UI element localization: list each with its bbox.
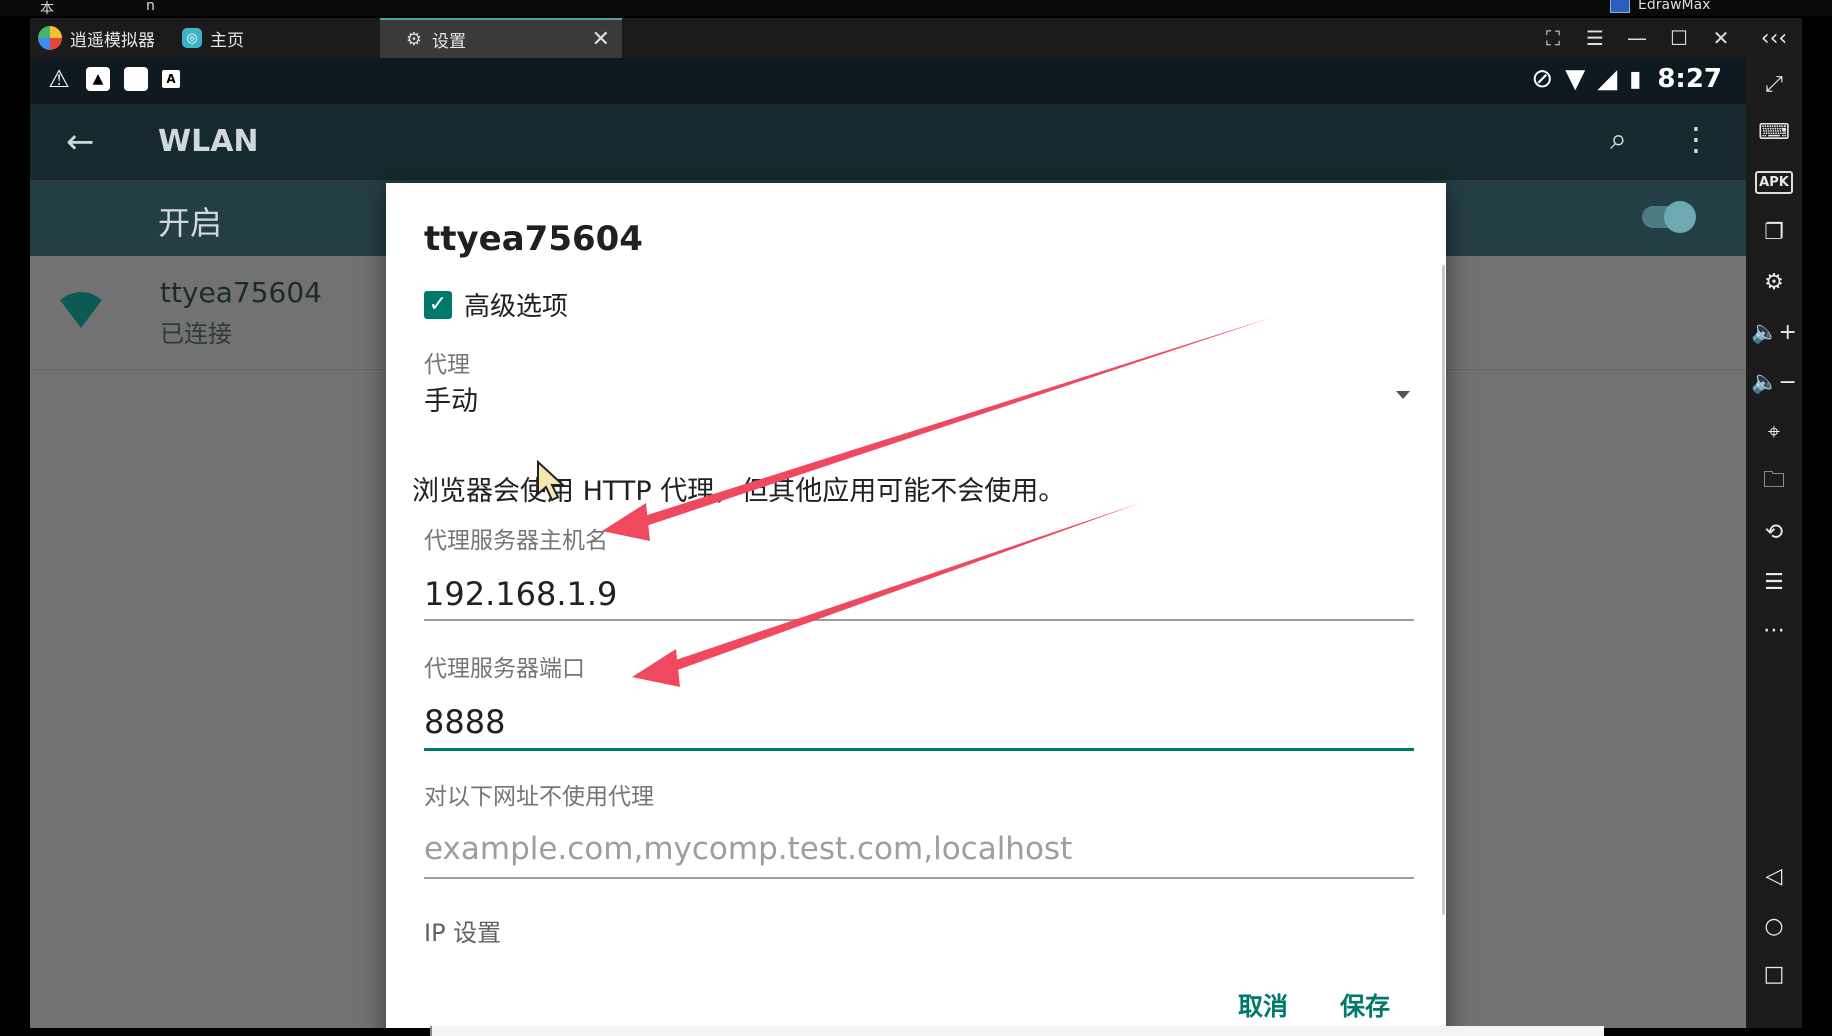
wifi-signal-icon bbox=[60, 292, 102, 328]
android-status-bar: ⚠ ▲ A ⊘ ▼ ◢ ▮ 8:27 bbox=[30, 58, 1746, 104]
tab-emulator[interactable]: 逍遥模拟器 bbox=[38, 18, 155, 58]
dropdown-arrow-icon[interactable] bbox=[1396, 391, 1410, 399]
dnd-icon: ⊘ bbox=[1531, 64, 1554, 94]
multi-window-icon[interactable]: ❐ bbox=[1746, 212, 1802, 252]
apk-label: APK bbox=[1755, 170, 1793, 194]
port-input[interactable]: 8888 bbox=[424, 703, 505, 741]
maximize-icon[interactable]: ☐ bbox=[1668, 26, 1690, 50]
emulator-sidebar: ‹‹‹ ⤢ ⌨ APK ❐ ⚙ 🔈+ 🔈− ⌖ 🗀 ⟲ ☰ ⋯ ◁ ○ □ bbox=[1746, 18, 1802, 1028]
home-app-icon: ◎ bbox=[182, 28, 202, 48]
settings-gear-icon: ⚙ bbox=[405, 28, 423, 50]
status-left-icons: ⚠ ▲ A bbox=[46, 65, 180, 93]
wifi-icon: ▼ bbox=[1565, 64, 1586, 94]
a-icon: A bbox=[162, 70, 180, 88]
advanced-options-label: 高级选项 bbox=[464, 292, 569, 322]
expand-icon[interactable]: ⤢ bbox=[1746, 64, 1802, 104]
more-icon[interactable]: ⋯ bbox=[1746, 610, 1802, 650]
edrawmax-label: EdrawMax bbox=[1638, 0, 1711, 13]
keyboard-icon[interactable]: ⌨ bbox=[1746, 112, 1802, 152]
network-status: 已连接 bbox=[160, 320, 232, 348]
back-nav-icon[interactable]: ◁ bbox=[1746, 856, 1802, 896]
search-icon[interactable]: ⌕ bbox=[1610, 122, 1627, 157]
mouse-cursor-icon bbox=[537, 460, 566, 502]
ip-settings-label: IP 设置 bbox=[424, 919, 502, 947]
hostname-field: 代理服务器主机名 192.168.1.9 bbox=[424, 521, 1414, 621]
port-field: 代理服务器端口 8888 bbox=[424, 649, 1414, 753]
hostname-underline bbox=[424, 619, 1414, 621]
photo-icon: ▲ bbox=[86, 67, 110, 91]
host-text: n bbox=[146, 0, 155, 14]
gear-icon[interactable]: ⚙ bbox=[1746, 262, 1802, 302]
host-window-strip bbox=[430, 1026, 1604, 1036]
host-text: 本 bbox=[40, 1, 54, 17]
page-title: WLAN bbox=[158, 124, 259, 159]
tab-label: 主页 bbox=[210, 30, 244, 51]
list-icon[interactable]: ☰ bbox=[1746, 562, 1802, 602]
home-nav-icon[interactable]: ○ bbox=[1746, 906, 1802, 946]
volume-up-icon[interactable]: 🔈+ bbox=[1746, 312, 1802, 352]
save-button[interactable]: 保存 bbox=[1340, 987, 1390, 1023]
close-icon[interactable]: ✕ bbox=[1710, 26, 1732, 50]
tab-close-icon[interactable]: ✕ bbox=[592, 27, 610, 52]
volume-down-icon[interactable]: 🔈− bbox=[1746, 362, 1802, 402]
wlan-toggle[interactable] bbox=[1642, 201, 1696, 233]
window-controls: ⛶ ☰ — ☐ ✕ bbox=[1542, 18, 1746, 58]
wlan-app-bar: ← WLAN ⌕ ⋮ bbox=[30, 104, 1746, 180]
port-label: 代理服务器端口 bbox=[424, 656, 585, 682]
menu-icon[interactable]: ☰ bbox=[1584, 26, 1606, 50]
tab-home[interactable]: ◎ 主页 bbox=[182, 18, 244, 58]
cancel-button[interactable]: 取消 bbox=[1238, 987, 1288, 1023]
status-time: 8:27 bbox=[1657, 64, 1722, 94]
battery-icon: ▮ bbox=[1629, 66, 1642, 92]
bypass-field: 对以下网址不使用代理 example.com,mycomp.test.com,l… bbox=[424, 777, 1414, 881]
android-screen: ⚠ ▲ A ⊘ ▼ ◢ ▮ 8:27 ← WLAN ⌕ ⋮ 开启 ttyea75… bbox=[30, 58, 1746, 1028]
tab-label: 设置 bbox=[432, 31, 466, 52]
overflow-menu-icon[interactable]: ⋮ bbox=[1680, 120, 1712, 158]
minimize-icon[interactable]: — bbox=[1626, 26, 1648, 50]
warning-icon: ⚠ bbox=[48, 65, 70, 93]
advanced-checkbox[interactable]: ✓ bbox=[424, 290, 452, 319]
app-square-icon bbox=[124, 67, 148, 91]
app-logo-icon bbox=[38, 26, 62, 50]
back-arrow-icon[interactable]: ← bbox=[66, 122, 95, 162]
signal-icon: ◢ bbox=[1597, 64, 1618, 94]
folder-icon[interactable]: 🗀 bbox=[1746, 462, 1802, 502]
tab-label: 逍遥模拟器 bbox=[70, 30, 155, 51]
edrawmax-icon bbox=[1610, 0, 1630, 13]
network-name: ttyea75604 bbox=[160, 276, 322, 309]
hostname-input[interactable]: 192.168.1.9 bbox=[424, 575, 617, 613]
collapse-sidebar-button[interactable]: ‹‹‹ bbox=[1746, 18, 1802, 58]
bypass-label: 对以下网址不使用代理 bbox=[424, 784, 654, 810]
proxy-note: 浏览器会使用 HTTP 代理，但其他应用可能不会使用。 bbox=[412, 476, 1066, 507]
emulator-titlebar: 逍遥模拟器 ◎ 主页 ⚙ 设置 ✕ ⛶ ☰ — ☐ ✕ bbox=[30, 18, 1746, 58]
apk-icon[interactable]: APK bbox=[1746, 162, 1802, 202]
wifi-config-dialog: ttyea75604 ✓ 高级选项 代理 手动 浏览器会使用 HTTP 代理，但… bbox=[386, 183, 1446, 1028]
switch-label: 开启 bbox=[158, 204, 223, 242]
edrawmax-taskbar-item[interactable]: EdrawMax bbox=[1610, 0, 1710, 13]
dialog-scrollbar[interactable] bbox=[1442, 265, 1445, 915]
recents-nav-icon[interactable]: □ bbox=[1746, 954, 1802, 994]
fullscreen-icon[interactable]: ⛶ bbox=[1542, 26, 1564, 50]
toggle-knob bbox=[1664, 201, 1696, 233]
tab-settings[interactable]: ⚙ 设置 ✕ bbox=[380, 18, 622, 58]
hostname-label: 代理服务器主机名 bbox=[424, 528, 608, 554]
location-icon[interactable]: ⌖ bbox=[1746, 412, 1802, 452]
port-underline bbox=[424, 748, 1414, 751]
proxy-select-value[interactable]: 手动 bbox=[424, 379, 478, 418]
proxy-label: 代理 bbox=[424, 352, 470, 378]
desktop: 本 n EdrawMax 逍遥模拟器 ◎ 主页 ⚙ 设置 ✕ ⛶ ☰ — ☐ ✕ bbox=[0, 0, 1832, 1036]
status-right-icons: ⊘ ▼ ◢ ▮ 8:27 bbox=[1531, 64, 1722, 94]
bypass-underline bbox=[424, 877, 1414, 879]
advanced-options-row[interactable]: ✓ 高级选项 bbox=[424, 286, 568, 323]
dialog-title: ttyea75604 bbox=[424, 219, 643, 259]
host-top-strip: 本 n EdrawMax bbox=[0, 0, 1832, 17]
bypass-input[interactable]: example.com,mycomp.test.com,localhost bbox=[424, 831, 1072, 867]
rotate-icon[interactable]: ⟲ bbox=[1746, 512, 1802, 552]
